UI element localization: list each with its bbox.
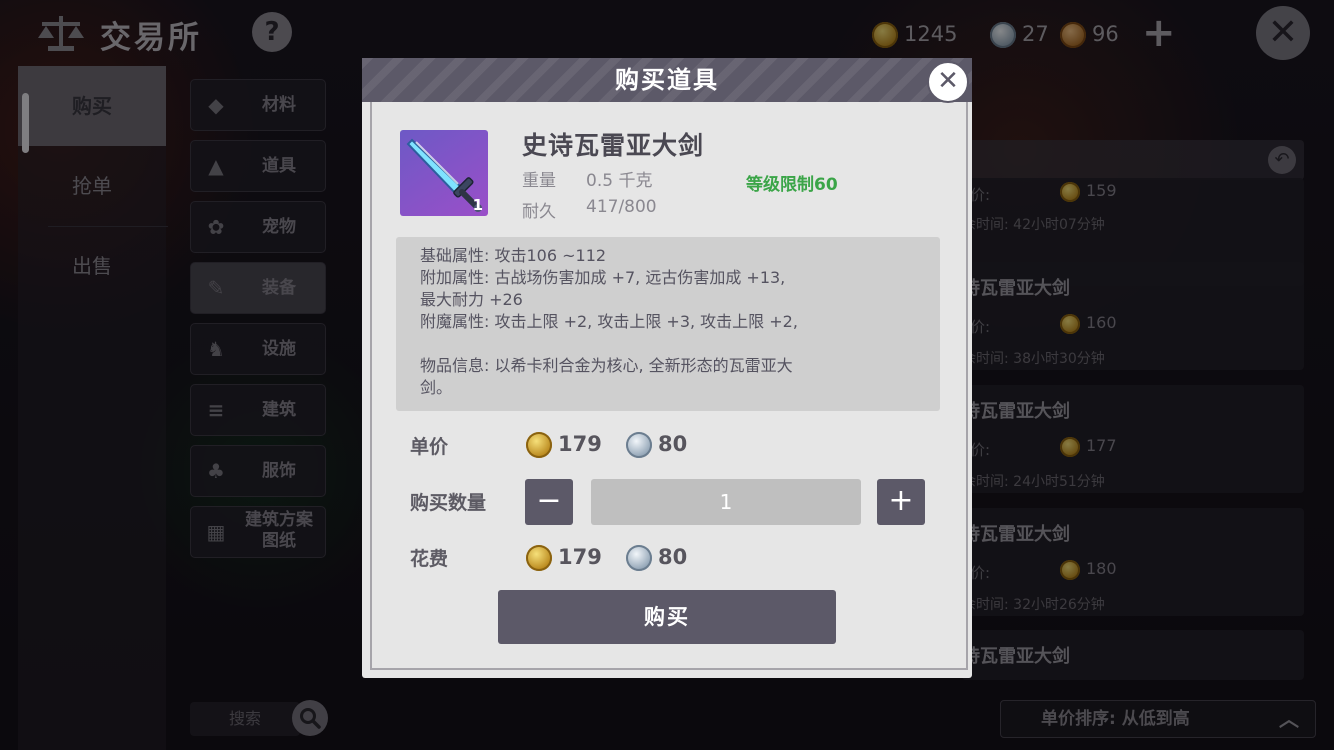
- purchase-dialog: 购买道具 ✕ 1 史诗瓦雷亚大剑 重量 0.5 千克 耐久 417/800 等级…: [362, 58, 972, 678]
- dialog-title: 购买道具: [615, 66, 719, 94]
- quantity-field[interactable]: 1: [591, 479, 861, 525]
- quantity-label: 购买数量: [410, 492, 487, 514]
- level-requirement: 等级限制60: [746, 175, 838, 195]
- item-thumbnail: 1: [400, 130, 488, 216]
- durability-value: 417/800: [586, 197, 657, 217]
- weight-value: 0.5 千克: [586, 171, 653, 191]
- silver-coin-icon: [626, 545, 652, 571]
- unit-price-silver: 80: [626, 429, 687, 459]
- silver-coin-icon: [626, 432, 652, 458]
- unit-price-gold: 179: [526, 429, 602, 459]
- cost-silver: 80: [626, 542, 687, 572]
- gold-coin-icon: [526, 432, 552, 458]
- item-quantity-badge: 1: [472, 196, 483, 214]
- item-description[interactable]: 基础属性: 攻击106 ~112 附加属性: 古战场伤害加成 +7, 远古伤害加…: [396, 237, 940, 411]
- cost-gold: 179: [526, 542, 602, 572]
- unit-price-label: 单价: [410, 436, 449, 458]
- cost-label: 花费: [410, 548, 449, 570]
- gold-coin-icon: [526, 545, 552, 571]
- weight-label: 重量: [522, 171, 556, 191]
- item-name: 史诗瓦雷亚大剑: [522, 131, 705, 160]
- increase-quantity-button[interactable]: +: [877, 479, 925, 525]
- decrease-quantity-button[interactable]: −: [525, 479, 573, 525]
- buy-button[interactable]: 购买: [498, 590, 836, 644]
- durability-label: 耐久: [522, 202, 556, 222]
- close-dialog-button[interactable]: ✕: [927, 61, 969, 103]
